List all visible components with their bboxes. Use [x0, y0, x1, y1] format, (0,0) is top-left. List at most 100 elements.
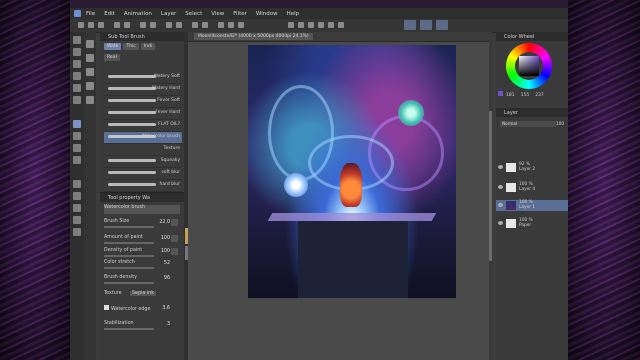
list-item[interactable]: hard blur [104, 180, 182, 192]
list-item[interactable]: FLAT OIL? [104, 120, 182, 132]
menu-select[interactable]: Select [185, 11, 202, 17]
stabilization-slider[interactable]: Stabilization 3 [104, 321, 180, 331]
text-tool-icon[interactable] [73, 228, 81, 236]
layer-row[interactable]: 92 % Layer 2 [496, 162, 568, 173]
gradient-tool-icon[interactable] [73, 180, 81, 188]
amount-of-paint-slider[interactable]: Amount of paint 100 [104, 235, 180, 245]
ink-icon[interactable] [308, 22, 314, 28]
rgb-b-value[interactable]: 237 [535, 93, 544, 100]
selection-tool-icon[interactable] [73, 72, 81, 80]
eye-icon[interactable] [498, 221, 503, 225]
pressure-toggle[interactable] [171, 219, 178, 226]
list-item[interactable]: Fever Hard [104, 108, 182, 120]
eye-icon[interactable] [498, 203, 503, 207]
texture-select[interactable]: Texture Sepia ink [104, 291, 180, 301]
artwork-canvas[interactable] [248, 45, 456, 298]
fill-tool-icon[interactable] [73, 156, 81, 164]
pencil-tool-icon[interactable] [86, 82, 94, 90]
fill-icon[interactable] [150, 22, 156, 28]
zoom-tool-icon[interactable] [73, 36, 81, 44]
sync-icon[interactable] [298, 22, 304, 28]
list-item[interactable]: Texture [104, 144, 182, 156]
eye-icon[interactable] [498, 185, 503, 189]
new-icon[interactable] [78, 22, 84, 28]
slider-track[interactable] [104, 282, 154, 284]
crop-icon[interactable] [176, 22, 182, 28]
hand-tool-icon[interactable] [86, 40, 94, 48]
slider-track[interactable] [104, 242, 154, 244]
blend-mode-select[interactable]: Normal [500, 121, 556, 127]
canvas-area[interactable]: Moonlitconstell2* (4000 x 5000px 400dpi … [188, 32, 492, 360]
grid-icon[interactable] [238, 22, 244, 28]
undo-icon[interactable] [114, 22, 120, 28]
layer-icon[interactable] [328, 22, 334, 28]
eyedropper-tool-icon[interactable] [73, 84, 81, 92]
checkbox-icon[interactable] [104, 305, 109, 310]
menu-file[interactable]: File [86, 11, 95, 17]
menu-edit[interactable]: Edit [104, 11, 115, 17]
snap-icon[interactable] [228, 22, 234, 28]
pressure-toggle[interactable] [171, 235, 178, 242]
open-icon[interactable] [88, 22, 94, 28]
color-stretch-slider[interactable]: Color stretch 52 [104, 260, 180, 270]
redo-icon[interactable] [124, 22, 130, 28]
frame-tool-icon[interactable] [73, 204, 81, 212]
watercolor-edge-checkbox[interactable]: Watercolor edge 3.6 [104, 305, 180, 315]
menu-view[interactable]: View [211, 11, 224, 17]
stabilizer-toggle-2[interactable] [420, 20, 432, 30]
gear-icon[interactable] [288, 22, 294, 28]
color-wheel[interactable] [506, 43, 552, 89]
menu-help[interactable]: Help [287, 11, 300, 17]
airbrush-tool-icon[interactable] [86, 96, 94, 104]
slider-track[interactable] [104, 255, 154, 257]
menu-filter[interactable]: Filter [233, 11, 247, 17]
pen-tool-icon[interactable] [73, 96, 81, 104]
stabilizer-toggle-1[interactable] [404, 20, 416, 30]
document-tab[interactable]: Moonlitconstell2* (4000 x 5000px 400dpi … [194, 33, 313, 40]
move-tool-icon[interactable] [73, 48, 81, 56]
deselect-icon[interactable] [202, 22, 208, 28]
figure-tool-icon[interactable] [73, 192, 81, 200]
brush-tool-icon[interactable] [73, 120, 81, 128]
layer-row[interactable]: 100 % Paper [496, 218, 568, 229]
operation-tool-icon[interactable] [73, 60, 81, 68]
lasso-tool-icon[interactable] [86, 68, 94, 76]
blend-tool-icon[interactable] [73, 144, 81, 152]
clear-icon[interactable] [140, 22, 146, 28]
layer-row[interactable]: 100 % Layer 4 [496, 182, 568, 193]
slider-track[interactable] [104, 267, 154, 269]
tab-india-ink[interactable]: Indi [140, 43, 156, 50]
density-of-paint-slider[interactable]: Density of paint 100 [104, 248, 180, 258]
menu-window[interactable]: Window [256, 11, 278, 17]
vertical-scrollbar[interactable] [489, 41, 492, 360]
list-item[interactable]: Fever Soft [104, 96, 182, 108]
list-item[interactable]: Watery Hard [104, 84, 182, 96]
layer-row-selected[interactable]: 100 % Layer 1 [496, 200, 568, 211]
saturation-value-square[interactable] [519, 56, 539, 76]
stabilizer-toggle-3[interactable] [436, 20, 448, 30]
tab-thick-paint[interactable]: Thic [123, 43, 139, 50]
lock-icon[interactable] [318, 22, 324, 28]
menu-animation[interactable]: Animation [124, 11, 152, 17]
tab-watercolor[interactable]: Wate [104, 43, 122, 50]
list-item[interactable]: Squeaky [104, 156, 182, 168]
tab-real[interactable]: Real [104, 54, 120, 61]
texture-value[interactable]: Sepia ink [130, 291, 156, 296]
layer-opacity-value[interactable]: 100 [556, 121, 564, 126]
eye-icon[interactable] [498, 165, 503, 169]
scrollbar-thumb[interactable] [489, 111, 492, 261]
transform-icon[interactable] [166, 22, 172, 28]
pressure-toggle[interactable] [171, 248, 178, 255]
list-item[interactable]: soft blur [104, 168, 182, 180]
share-icon[interactable] [338, 22, 344, 28]
ruler-tool-icon[interactable] [73, 216, 81, 224]
rgb-g-value[interactable]: 155 [521, 93, 530, 100]
slider-track[interactable] [104, 328, 154, 330]
menu-layer[interactable]: Layer [161, 11, 176, 17]
list-item-selected[interactable]: Watercolor brush [104, 132, 182, 144]
brush-density-slider[interactable]: Brush density 96 [104, 275, 180, 285]
brush-size-slider[interactable]: Brush Size 22.0 [104, 219, 180, 229]
ruler-icon[interactable] [218, 22, 224, 28]
slider-track[interactable] [104, 226, 154, 228]
rgb-r-value[interactable]: 181 [506, 93, 515, 100]
